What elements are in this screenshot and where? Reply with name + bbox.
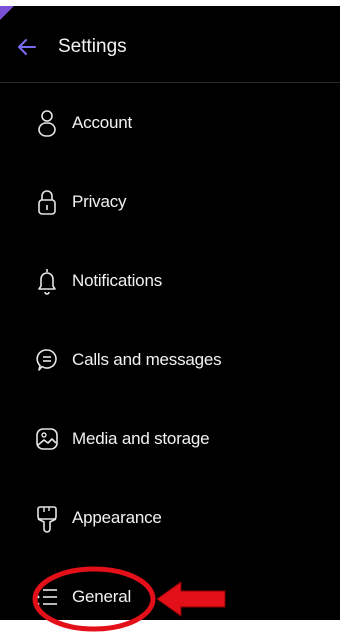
settings-screen: Settings Account Privacy Notifications C… — [0, 6, 340, 620]
bell-icon — [34, 266, 60, 296]
back-button[interactable] — [14, 34, 40, 60]
chat-bubble-icon — [34, 345, 60, 375]
page-title: Settings — [58, 36, 127, 57]
media-image-icon — [34, 424, 60, 454]
menu-item-label: Calls and messages — [72, 349, 222, 369]
general-list-icon — [34, 582, 60, 612]
menu-item-account[interactable]: Account — [0, 83, 340, 162]
menu-item-label: General — [72, 586, 132, 606]
menu-item-calls-and-messages[interactable]: Calls and messages — [0, 320, 340, 399]
menu-item-general[interactable]: General — [0, 557, 340, 620]
menu-item-label: Account — [72, 112, 133, 132]
back-arrow-icon — [18, 39, 36, 55]
menu-item-media-and-storage[interactable]: Media and storage — [0, 399, 340, 478]
menu-item-privacy[interactable]: Privacy — [0, 162, 340, 241]
lock-icon — [34, 187, 60, 217]
menu-item-appearance[interactable]: Appearance — [0, 478, 340, 557]
menu-item-notifications[interactable]: Notifications — [0, 241, 340, 320]
menu-item-label: Notifications — [72, 270, 162, 290]
settings-list: Account Privacy Notifications Calls and … — [0, 83, 340, 620]
paintbrush-icon — [34, 503, 60, 533]
menu-item-label: Media and storage — [72, 428, 210, 448]
account-icon — [34, 108, 60, 138]
app-header: Settings — [0, 12, 340, 83]
menu-item-label: Appearance — [72, 507, 162, 527]
menu-item-label: Privacy — [72, 191, 127, 211]
